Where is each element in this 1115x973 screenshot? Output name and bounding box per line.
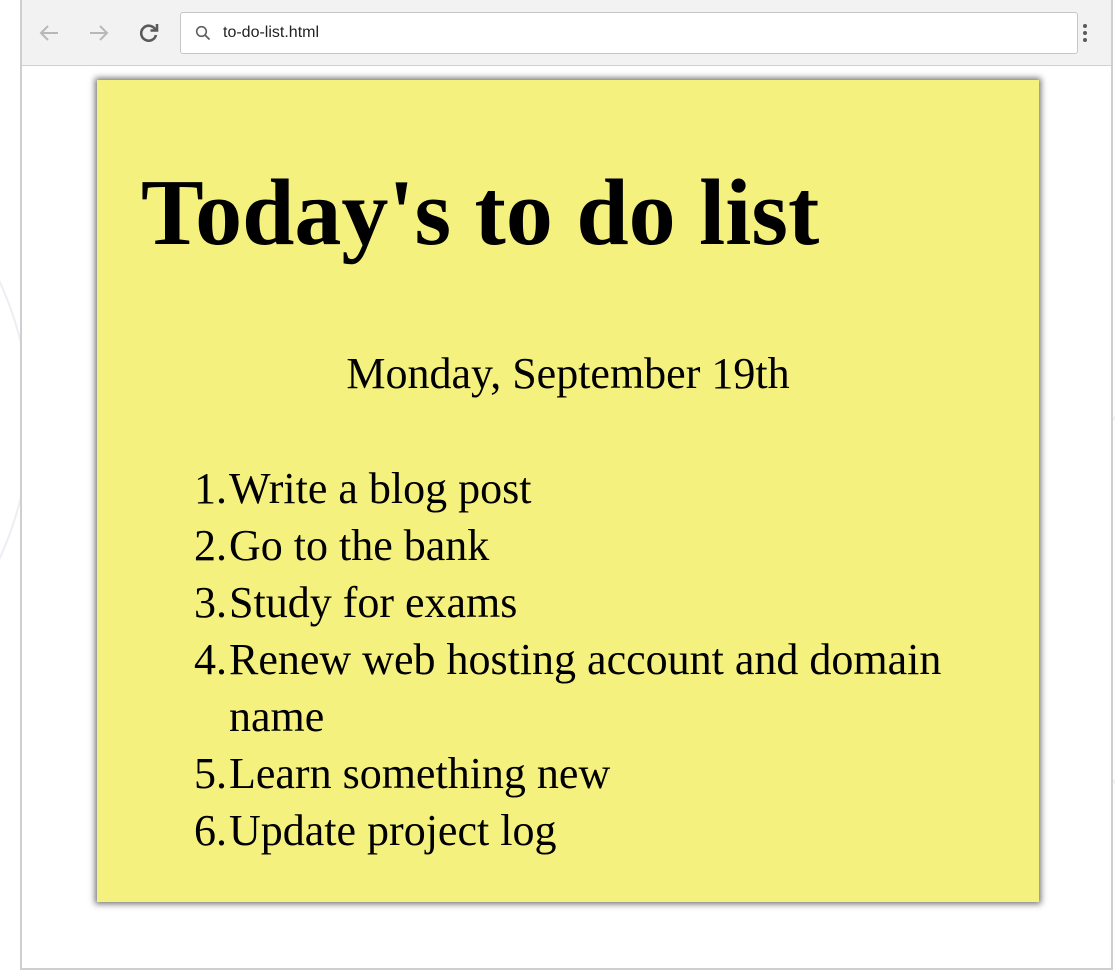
browser-menu-button[interactable]: [1073, 18, 1097, 48]
list-item-number: 2.: [194, 521, 227, 570]
list-item-text: Write a blog post: [229, 464, 532, 513]
arrow-right-icon: [90, 25, 109, 41]
reload-button[interactable]: [134, 18, 164, 48]
list-item: 4. Renew web hosting account and domain …: [194, 631, 949, 745]
list-item-number: 6.: [194, 806, 227, 855]
list-item: 6. Update project log: [194, 802, 949, 859]
list-item: 2. Go to the bank: [194, 517, 949, 574]
address-url[interactable]: to-do-list.html: [223, 24, 319, 42]
list-item-number: 5.: [194, 749, 227, 798]
list-item-text: Update project log: [229, 806, 557, 855]
address-bar[interactable]: to-do-list.html: [180, 12, 1078, 54]
list-item-number: 4.: [194, 635, 227, 684]
list-item-number: 1.: [194, 464, 227, 513]
arrow-left-icon: [39, 25, 58, 41]
todo-list: 1. Write a blog post 2. Go to the bank 3…: [194, 460, 949, 859]
list-item-text: Study for exams: [229, 578, 518, 627]
kebab-menu-icon: [1083, 24, 1087, 42]
page-title: Today's to do list: [141, 161, 820, 265]
browser-window: to-do-list.html Today's to do list Monda…: [20, 0, 1113, 970]
list-item-text: Learn something new: [229, 749, 611, 798]
list-item: 1. Write a blog post: [194, 460, 949, 517]
sticky-note: Today's to do list Monday, September 19t…: [97, 80, 1039, 902]
list-item-number: 3.: [194, 578, 227, 627]
search-icon: [195, 24, 213, 42]
list-item-text: Go to the bank: [229, 521, 490, 570]
page-viewport: Today's to do list Monday, September 19t…: [22, 66, 1111, 968]
reload-icon: [139, 24, 159, 42]
list-item-text: Renew web hosting account and domain nam…: [229, 635, 942, 741]
browser-toolbar: to-do-list.html: [22, 0, 1111, 66]
list-item: 3. Study for exams: [194, 574, 949, 631]
list-item: 5. Learn something new: [194, 745, 949, 802]
back-button[interactable]: [34, 18, 64, 48]
forward-button[interactable]: [84, 18, 114, 48]
date-label: Monday, September 19th: [346, 349, 790, 398]
